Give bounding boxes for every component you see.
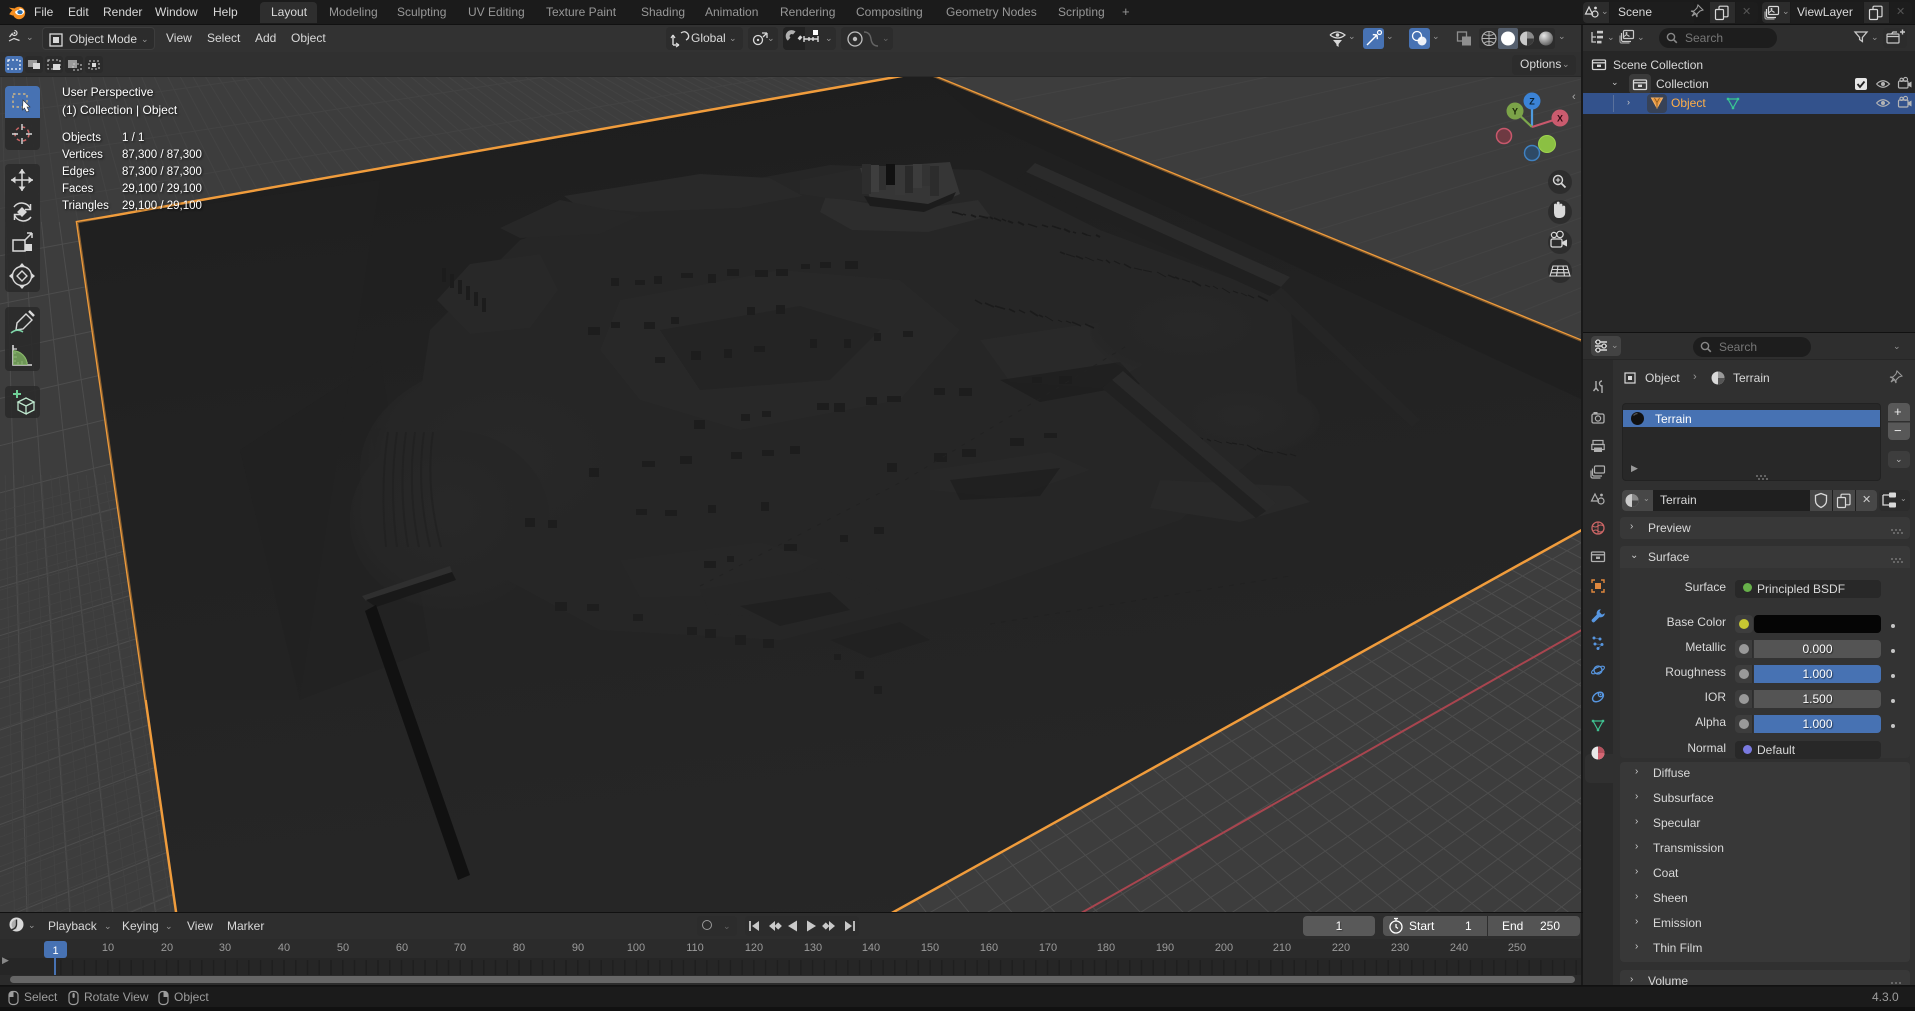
svg-text:X: X xyxy=(1557,114,1563,124)
svg-text:Z: Z xyxy=(1529,97,1535,107)
svg-text:Y: Y xyxy=(1512,107,1518,117)
